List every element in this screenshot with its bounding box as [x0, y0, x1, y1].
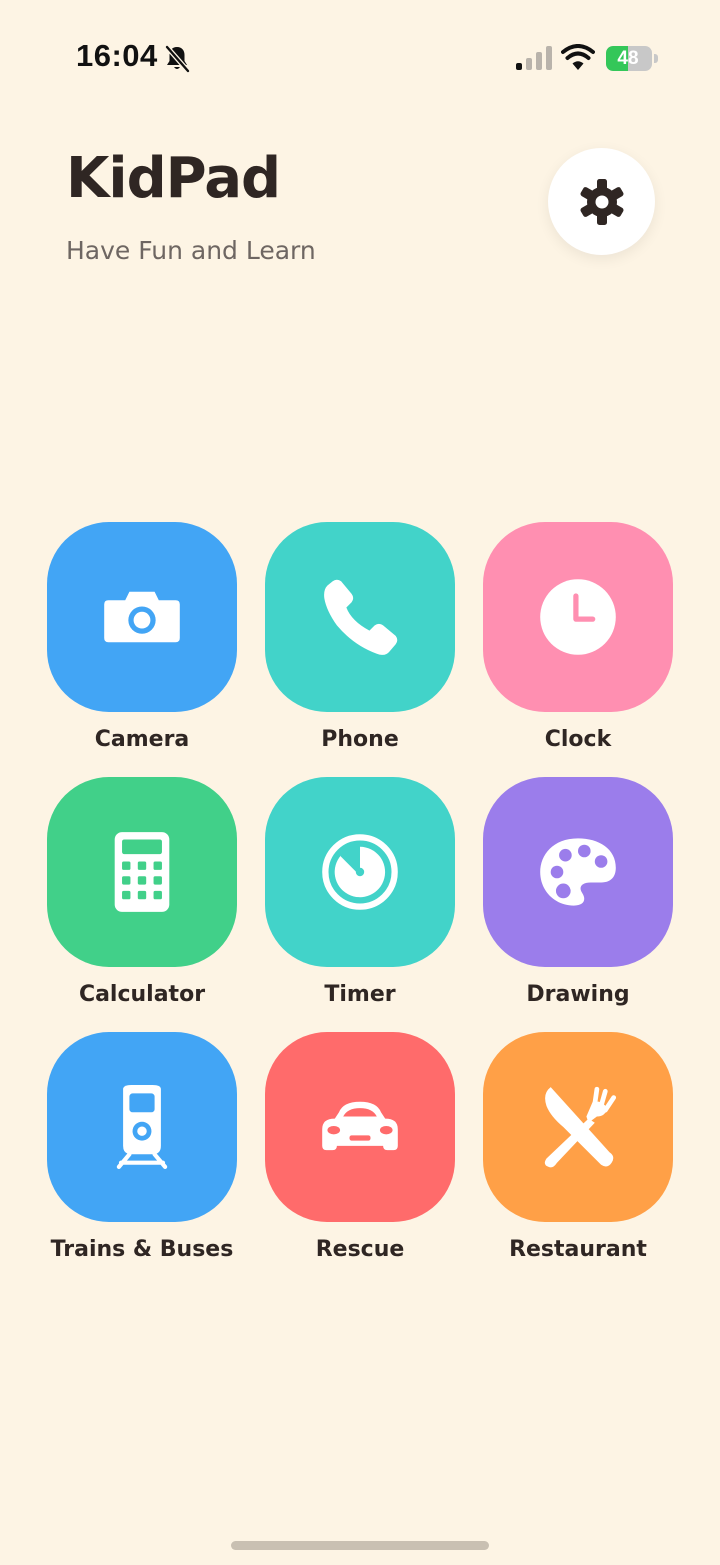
app-tile-restaurant[interactable]: Restaurant — [483, 1032, 673, 1268]
app-tile-phone[interactable]: Phone — [265, 522, 455, 758]
app-grid: Camera Phone Clock Calculator Timer Draw… — [47, 522, 673, 1268]
status-time: 16:04 — [76, 38, 158, 73]
app-tile-camera[interactable]: Camera — [47, 522, 237, 758]
app-tile-trains-buses[interactable]: Trains & Buses — [47, 1032, 237, 1268]
palette-icon — [540, 838, 616, 906]
app-title: KidPad — [66, 146, 281, 211]
app-tile-calculator[interactable]: Calculator — [47, 777, 237, 1013]
battery-charging-icon: 48 — [606, 46, 658, 71]
wifi-icon — [561, 44, 595, 70]
phone-icon — [324, 579, 398, 655]
utensils-icon — [544, 1086, 617, 1168]
calculator-icon — [114, 832, 170, 912]
app-label: Camera — [94, 727, 190, 752]
app-label: Rescue — [315, 1237, 405, 1262]
home-indicator[interactable] — [231, 1541, 489, 1550]
app-label: Clock — [544, 727, 612, 752]
app-icon-camera[interactable] — [47, 522, 237, 712]
app-label: Trains & Buses — [50, 1237, 234, 1262]
app-label: Drawing — [526, 982, 630, 1007]
app-tile-rescue[interactable]: Rescue — [265, 1032, 455, 1268]
cellular-signal-icon — [516, 46, 552, 70]
app-tile-clock[interactable]: Clock — [483, 522, 673, 758]
gear-icon — [579, 178, 624, 225]
app-icon-calculator[interactable] — [47, 777, 237, 967]
app-icon-drawing[interactable] — [483, 777, 673, 967]
app-icon-clock[interactable] — [483, 522, 673, 712]
app-subtitle: Have Fun and Learn — [66, 236, 316, 265]
app-tile-timer[interactable]: Timer — [265, 777, 455, 1013]
app-label: Restaurant — [509, 1237, 647, 1262]
bell-slash-icon — [164, 44, 191, 74]
battery-percent: 48 — [617, 48, 639, 69]
clock-icon — [540, 579, 616, 655]
status-bar: 16:04 48 — [0, 0, 720, 118]
camera-icon — [104, 591, 180, 643]
app-icon-phone[interactable] — [265, 522, 455, 712]
train-icon — [116, 1085, 168, 1169]
app-label: Calculator — [78, 982, 206, 1007]
app-tile-drawing[interactable]: Drawing — [483, 777, 673, 1013]
app-icon-restaurant[interactable] — [483, 1032, 673, 1222]
app-label: Timer — [324, 982, 396, 1007]
car-icon — [322, 1101, 398, 1151]
stopwatch-icon — [322, 834, 398, 910]
app-icon-rescue[interactable] — [265, 1032, 455, 1222]
settings-button[interactable] — [548, 148, 655, 255]
app-icon-trains-buses[interactable] — [47, 1032, 237, 1222]
app-label: Phone — [321, 727, 399, 752]
app-icon-timer[interactable] — [265, 777, 455, 967]
